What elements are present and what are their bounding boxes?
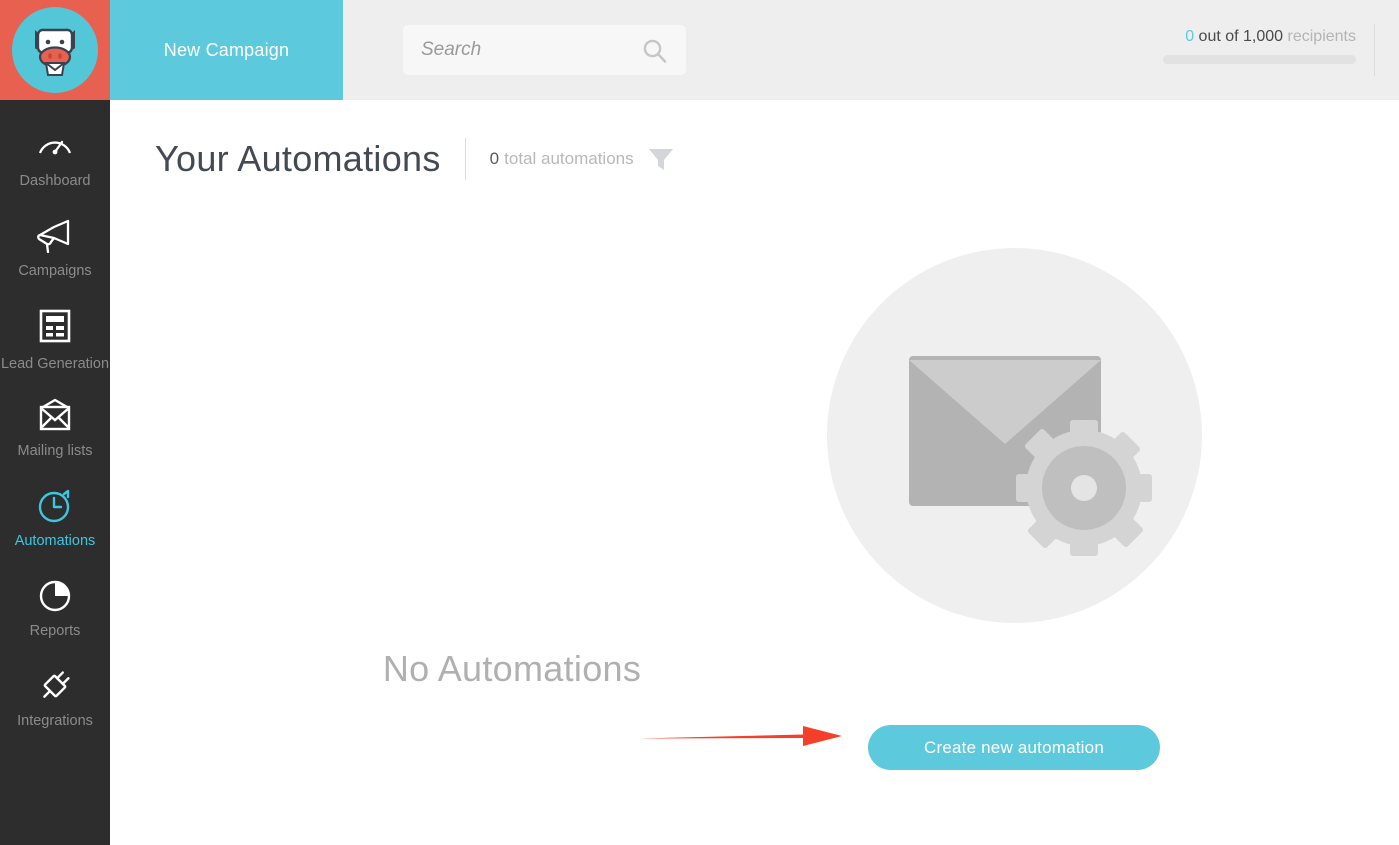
form-icon xyxy=(36,302,74,350)
sidebar-item-label: Mailing lists xyxy=(17,443,93,459)
sidebar-item-label: Dashboard xyxy=(19,173,91,189)
envelope-icon xyxy=(35,392,75,440)
cow-mascot-logo xyxy=(35,28,75,76)
recipients-counter: 0 out of 1,000 recipients xyxy=(1161,28,1356,64)
recipients-count: 0 xyxy=(1185,28,1195,45)
top-header: New Campaign 0 out of 1,000 recipients xyxy=(0,0,1399,100)
annotation-arrow-icon xyxy=(638,726,842,746)
pie-chart-icon xyxy=(36,572,74,620)
sidebar-item-dashboard[interactable]: Dashboard xyxy=(0,122,110,212)
main-content: Your Automations 0 total automations No … xyxy=(110,100,1399,845)
megaphone-icon xyxy=(34,212,76,260)
sidebar-item-label: Campaigns xyxy=(18,263,92,279)
app-root: New Campaign 0 out of 1,000 recipients xyxy=(0,0,1399,845)
sidebar-item-mailing-lists[interactable]: Mailing lists xyxy=(0,392,110,482)
empty-state-heading: No Automations xyxy=(382,648,642,689)
speedometer-icon xyxy=(35,122,75,170)
plug-icon xyxy=(35,662,75,710)
create-new-automation-button[interactable]: Create new automation xyxy=(868,725,1160,770)
stopwatch-icon xyxy=(35,482,75,530)
sidebar-item-label: Automations xyxy=(14,533,96,549)
sidebar-item-automations[interactable]: Automations xyxy=(0,482,110,572)
header-divider xyxy=(1374,24,1375,76)
new-campaign-label: New Campaign xyxy=(163,39,290,60)
search-icon[interactable] xyxy=(642,38,668,69)
recipients-progress-bar xyxy=(1163,55,1356,64)
sidebar-item-integrations[interactable]: Integrations xyxy=(0,662,110,752)
sidebar-item-label: Reports xyxy=(29,623,81,639)
search-box[interactable] xyxy=(403,25,686,75)
envelope-with-gear-icon xyxy=(909,356,1152,556)
sidebar-item-lead-generation[interactable]: Lead Generation xyxy=(0,302,110,392)
recipients-unit: recipients xyxy=(1287,28,1356,45)
recipients-middle: out of 1,000 xyxy=(1194,28,1288,45)
sidebar-item-label: Integrations xyxy=(17,713,93,729)
empty-state: No Automations Create new automation xyxy=(110,100,1399,845)
sidebar-item-campaigns[interactable]: Campaigns xyxy=(0,212,110,302)
new-campaign-button[interactable]: New Campaign xyxy=(110,0,343,100)
search-input[interactable] xyxy=(421,39,621,61)
sidebar-item-label: Lead Generation xyxy=(0,356,110,372)
recipients-text: 0 out of 1,000 recipients xyxy=(1161,28,1356,46)
sidebar-nav: Dashboard Campaigns Lead Generation Mail… xyxy=(0,100,110,845)
logo-tile[interactable] xyxy=(0,0,110,100)
sidebar-item-reports[interactable]: Reports xyxy=(0,572,110,662)
logo-circle xyxy=(12,7,98,93)
